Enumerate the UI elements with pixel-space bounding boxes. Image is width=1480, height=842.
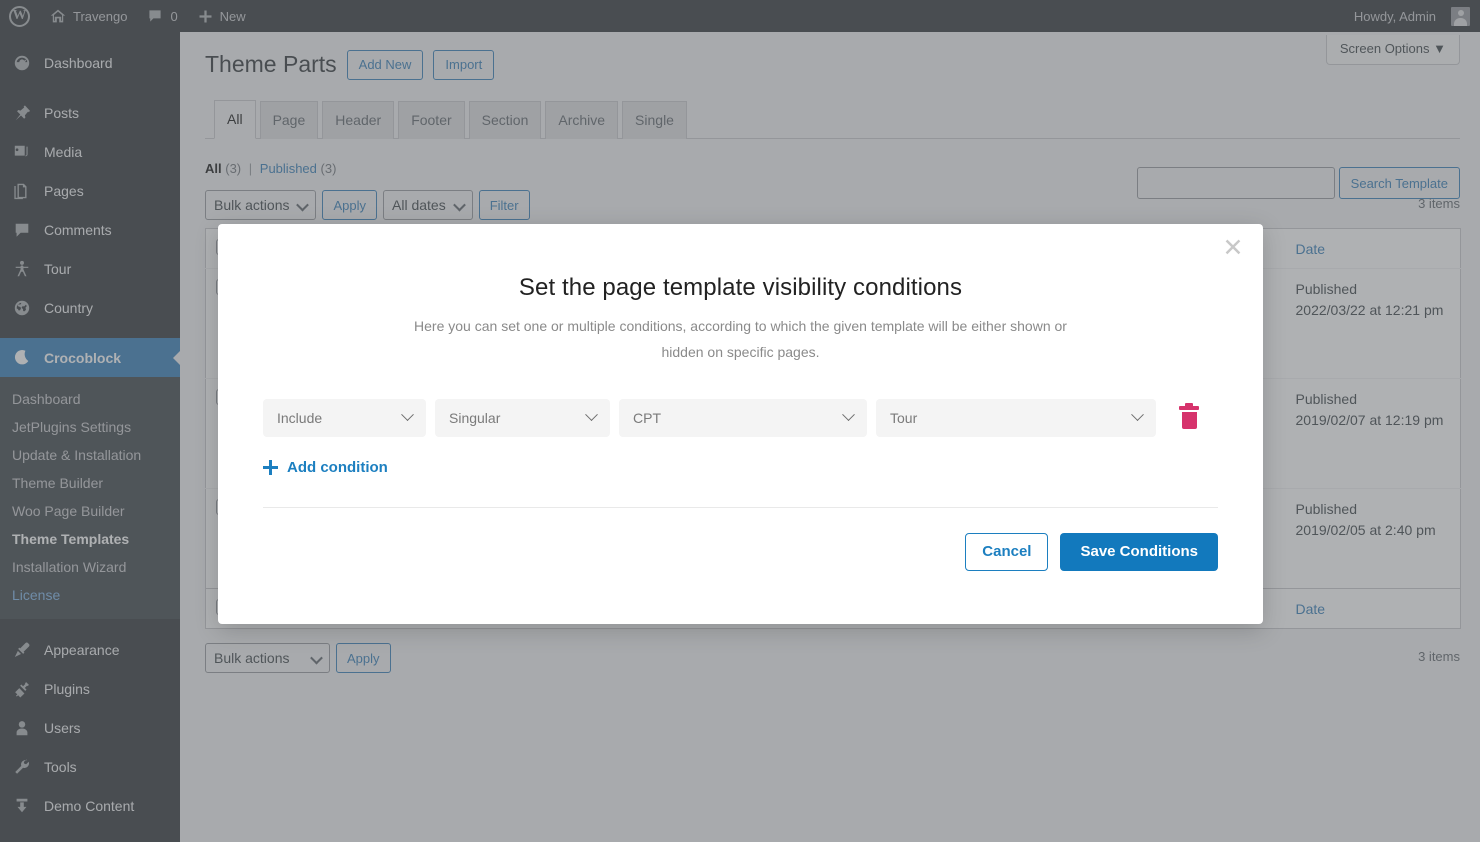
chevron-down-icon	[1131, 408, 1144, 422]
condition-row: Include Singular CPT Tour	[263, 398, 1263, 437]
cancel-button[interactable]: Cancel	[965, 532, 1049, 571]
condition-scope-select[interactable]: Singular	[435, 398, 610, 437]
condition-type-select[interactable]: Include	[263, 398, 426, 437]
trash-icon[interactable]	[1179, 402, 1199, 430]
save-conditions-button[interactable]: Save Conditions	[1060, 532, 1218, 571]
modal-description: Here you can set one or multiple conditi…	[414, 318, 1067, 360]
condition-type-value: Include	[277, 409, 323, 426]
condition-value-value: Tour	[890, 409, 918, 426]
modal-actions: Cancel Save Conditions	[218, 532, 1218, 571]
condition-scope-value: Singular	[449, 409, 501, 426]
condition-value-select[interactable]: Tour	[876, 398, 1156, 437]
chevron-down-icon	[842, 408, 855, 422]
condition-source-select[interactable]: CPT	[619, 398, 867, 437]
trash-lid	[1179, 405, 1199, 410]
chevron-down-icon	[585, 408, 598, 422]
close-icon[interactable]: ✕	[1219, 234, 1247, 262]
condition-source-value: CPT	[633, 409, 661, 426]
add-condition-button[interactable]: Add condition	[263, 459, 1263, 476]
trash-can	[1181, 411, 1197, 429]
plus-icon	[263, 459, 278, 475]
add-condition-label: Add condition	[287, 458, 388, 476]
modal-title: Set the page template visibility conditi…	[518, 274, 963, 301]
visibility-conditions-modal: ✕ Set the page template visibility condi…	[218, 224, 1263, 624]
modal-divider	[263, 506, 1218, 508]
chevron-down-icon	[401, 408, 414, 422]
